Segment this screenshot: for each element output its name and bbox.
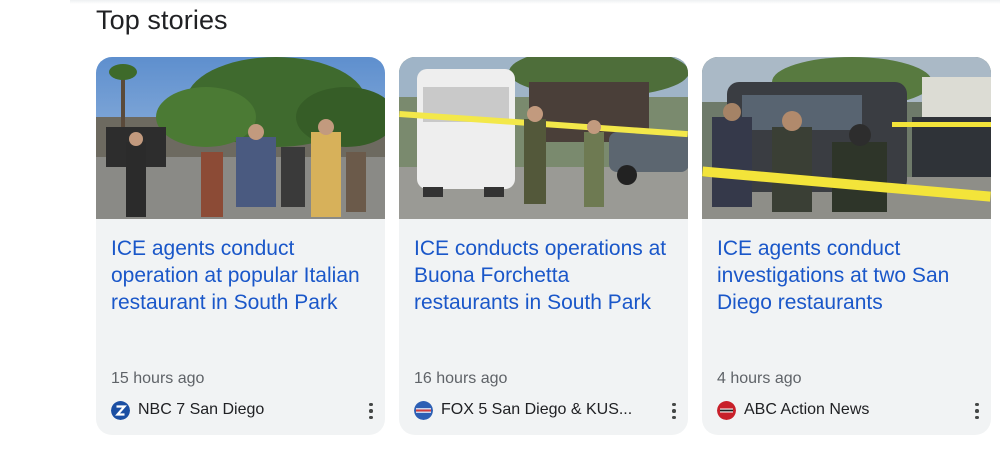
story-card[interactable]: ICE agents conduct investigations at two… [702,57,991,435]
story-headline[interactable]: ICE agents conduct operation at popular … [111,235,377,316]
top-divider [70,0,1000,4]
more-options-icon[interactable] [664,400,684,422]
story-timestamp: 4 hours ago [717,370,802,387]
story-source-row: ABC Action News [717,399,983,421]
abc-action-news-logo-icon [717,401,736,420]
source-name: ABC Action News [744,401,870,418]
story-timestamp: 15 hours ago [111,370,205,387]
story-card[interactable]: ICE conducts operations at Buona Forchet… [399,57,688,435]
story-source-row: NBC 7 San Diego [111,399,377,421]
story-headline[interactable]: ICE conducts operations at Buona Forchet… [414,235,680,316]
source-name: NBC 7 San Diego [138,401,265,418]
story-headline[interactable]: ICE agents conduct investigations at two… [717,235,983,316]
story-source-row: FOX 5 San Diego & KUS... [414,399,680,421]
nbc-7-logo-icon [111,401,130,420]
story-thumbnail[interactable] [702,57,991,219]
story-card[interactable]: ICE agents conduct operation at popular … [96,57,385,435]
section-title: Top stories [96,5,228,35]
story-timestamp: 16 hours ago [414,370,508,387]
more-options-icon[interactable] [967,400,987,422]
fox-5-logo-icon [414,401,433,420]
story-thumbnail[interactable] [96,57,385,219]
story-thumbnail[interactable] [399,57,688,219]
source-name: FOX 5 San Diego & KUS... [441,401,633,418]
more-options-icon[interactable] [361,400,381,422]
